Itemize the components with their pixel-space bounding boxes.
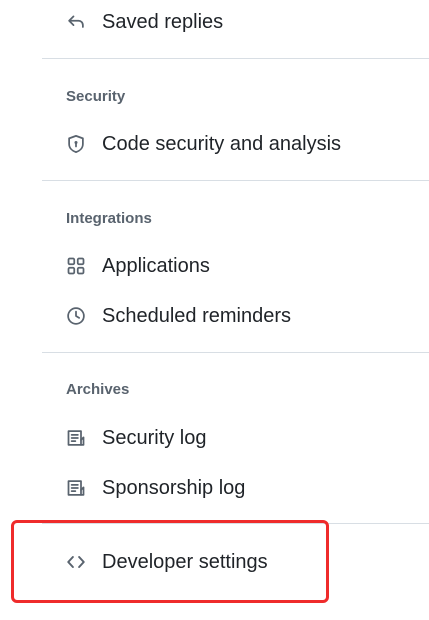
reply-icon — [64, 10, 88, 34]
nav-item-label: Applications — [102, 254, 210, 277]
apps-icon — [64, 254, 88, 278]
nav-item-applications[interactable]: Applications — [64, 249, 210, 283]
nav-item-label: Sponsorship log — [102, 476, 246, 499]
nav-item-developer-settings[interactable]: Developer settings — [64, 545, 268, 579]
nav-item-scheduled-reminders[interactable]: Scheduled reminders — [64, 299, 291, 333]
log-icon — [64, 426, 88, 450]
section-divider — [42, 58, 429, 59]
nav-item-code-security[interactable]: Code security and analysis — [64, 127, 341, 161]
nav-item-label: Security log — [102, 426, 207, 449]
nav-item-label: Code security and analysis — [102, 132, 342, 155]
nav-item-security-log[interactable]: Security log — [64, 421, 207, 455]
section-heading-security: Security — [66, 88, 126, 105]
nav-item-label: Saved replies — [102, 10, 224, 33]
section-heading-archives: Archives — [66, 381, 130, 398]
nav-item-saved-replies[interactable]: Saved replies — [64, 5, 223, 39]
nav-item-sponsorship-log[interactable]: Sponsorship log — [64, 471, 245, 505]
code-icon — [64, 550, 88, 574]
settings-sidebar-nav: Saved replies Security Code security and… — [0, 0, 429, 620]
clock-icon — [64, 304, 88, 328]
section-heading-integrations: Integrations — [66, 210, 152, 227]
section-divider — [42, 180, 429, 181]
log-icon — [64, 476, 88, 500]
nav-item-label: Developer settings — [102, 550, 268, 573]
nav-item-label: Scheduled reminders — [102, 304, 291, 327]
section-divider — [42, 352, 429, 353]
shield-lock-icon — [64, 132, 88, 156]
